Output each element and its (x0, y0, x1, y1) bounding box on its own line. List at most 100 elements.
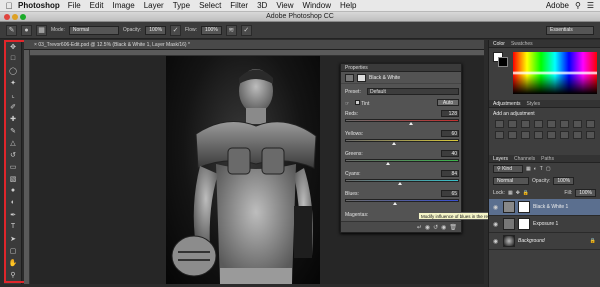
crop-tool-icon[interactable]: ⌞ (6, 89, 20, 100)
slider-value-field[interactable]: 60 (441, 130, 459, 137)
slider-thumb[interactable] (392, 142, 397, 145)
mode-select[interactable]: Normal (68, 25, 119, 35)
adjustment-filter-icon[interactable]: ◐ (534, 166, 537, 172)
path-selection-tool-icon[interactable]: ➤ (6, 233, 20, 244)
brush-size-icon[interactable]: ● (21, 24, 32, 36)
slider-track[interactable] (345, 159, 459, 162)
levels-adjust-icon[interactable] (508, 120, 517, 128)
pressure-size-icon[interactable]: ✓ (240, 24, 252, 36)
kind-filter-select[interactable]: ⚲ Kind (493, 165, 523, 173)
tab-swatches[interactable]: Swatches (511, 41, 533, 47)
menu-image[interactable]: Image (112, 1, 134, 10)
pixel-filter-icon[interactable]: ▦ (526, 166, 531, 172)
menu-help[interactable]: Help (340, 1, 356, 10)
menu-type[interactable]: Type (173, 1, 190, 10)
tab-color[interactable]: Color (493, 41, 505, 47)
lock-position-icon[interactable]: ✥ (516, 190, 520, 196)
apple-menu-icon[interactable]:  (0, 1, 18, 11)
workspace-select[interactable]: Essentials (546, 25, 594, 35)
move-tool-icon[interactable]: ✥ (6, 41, 20, 52)
eye-icon[interactable]: ◉ (493, 204, 500, 211)
tab-adjustments[interactable]: Adjustments (493, 101, 521, 107)
menu-layer[interactable]: Layer (144, 1, 164, 10)
layer-opacity-field[interactable]: 100% (553, 177, 575, 185)
blend-mode-select[interactable]: Normal (493, 177, 529, 185)
minimize-window-button[interactable] (12, 14, 18, 20)
view-previous-icon[interactable]: ◉ (425, 224, 430, 231)
hand-tool-icon[interactable]: ✋ (6, 257, 20, 268)
targeted-adjustment-icon[interactable]: ☞ (345, 101, 349, 107)
opacity-field[interactable]: 100% (145, 25, 167, 35)
mask-icon[interactable] (357, 73, 366, 82)
slider-track[interactable] (345, 199, 459, 202)
slider-track[interactable] (345, 179, 459, 182)
tab-layers[interactable]: Layers (493, 156, 508, 162)
dodge-tool-icon[interactable]: ◐ (6, 197, 20, 208)
clone-stamp-tool-icon[interactable]: △ (6, 137, 20, 148)
shape-filter-icon[interactable]: ▢ (546, 166, 551, 172)
menu-window[interactable]: Window (303, 1, 331, 10)
fill-field[interactable]: 100% (575, 189, 596, 197)
slider-track[interactable] (345, 119, 459, 122)
app-menu[interactable]: Photoshop (18, 1, 60, 10)
close-window-button[interactable] (4, 14, 10, 20)
exposure-adjust-icon[interactable] (534, 120, 543, 128)
background-swatch[interactable] (498, 57, 508, 67)
tint-checkbox[interactable] (354, 100, 360, 105)
slider-value-field[interactable]: 65 (441, 190, 459, 197)
search-icon[interactable]: ⚲ (575, 1, 581, 10)
trash-icon[interactable]: 🗑 (449, 224, 457, 231)
eye-icon[interactable]: ◉ (493, 221, 500, 228)
pen-tool-icon[interactable]: ✒ (6, 209, 20, 220)
preset-select[interactable]: Default (367, 88, 459, 95)
visibility-icon[interactable]: ◉ (441, 224, 446, 231)
lock-pixels-icon[interactable]: ▦ (508, 190, 513, 196)
shape-tool-icon[interactable]: ▢ (6, 245, 20, 256)
document-tab[interactable]: × 03_Trevor606-Edit.psd @ 12.5% (Black &… (24, 40, 484, 50)
marquee-tool-icon[interactable]: □ (6, 53, 20, 64)
menu-file[interactable]: File (68, 1, 81, 10)
history-brush-tool-icon[interactable]: ↺ (6, 149, 20, 160)
airbrush-icon[interactable]: ≋ (225, 24, 237, 36)
slider-thumb[interactable] (386, 162, 391, 165)
flow-field[interactable]: 100% (201, 25, 222, 35)
quick-select-tool-icon[interactable]: ✦ (6, 77, 20, 88)
brightness-adjust-icon[interactable] (495, 120, 504, 128)
color-balance-adjust-icon[interactable] (573, 120, 582, 128)
photo-filter-adjust-icon[interactable] (495, 131, 504, 139)
vibrance-adjust-icon[interactable] (547, 120, 556, 128)
slider-thumb[interactable] (393, 202, 398, 205)
brush-tool-preset-icon[interactable]: ✎ (6, 24, 17, 36)
tab-paths[interactable]: Paths (541, 156, 554, 162)
pressure-opacity-icon[interactable]: ✓ (170, 24, 182, 36)
tab-channels[interactable]: Channels (514, 156, 535, 162)
slider-thumb[interactable] (409, 122, 414, 125)
gradient-map-adjust-icon[interactable] (573, 131, 582, 139)
eraser-tool-icon[interactable]: ▭ (6, 161, 20, 172)
selective-color-adjust-icon[interactable] (586, 131, 595, 139)
blur-tool-icon[interactable]: ● (6, 185, 20, 196)
healing-brush-tool-icon[interactable]: ✚ (6, 113, 20, 124)
channel-mixer-adjust-icon[interactable] (508, 131, 517, 139)
tab-styles[interactable]: Styles (527, 101, 541, 107)
slider-track[interactable] (345, 139, 459, 142)
slider-value-field[interactable]: 40 (441, 150, 459, 157)
layer-mask-thumb[interactable] (518, 201, 530, 213)
clip-to-layer-icon[interactable]: ↵ (417, 224, 422, 231)
color-spectrum[interactable] (513, 52, 597, 94)
invert-adjust-icon[interactable] (534, 131, 543, 139)
menu-filter[interactable]: Filter (230, 1, 248, 10)
gradient-tool-icon[interactable]: ▧ (6, 173, 20, 184)
adobe-menu-label[interactable]: Adobe (546, 1, 569, 10)
lasso-tool-icon[interactable]: ◯ (6, 65, 20, 76)
zoom-tool-icon[interactable]: ⚲ (6, 269, 20, 280)
slider-value-field[interactable]: 84 (441, 170, 459, 177)
menu-select[interactable]: Select (199, 1, 221, 10)
type-tool-icon[interactable]: T (6, 221, 20, 232)
auto-button[interactable]: Auto (437, 99, 459, 106)
brush-tool-icon[interactable]: ✎ (6, 125, 20, 136)
brush-panel-icon[interactable]: ▦ (36, 24, 47, 36)
color-lookup-adjust-icon[interactable] (521, 131, 530, 139)
menu-edit[interactable]: Edit (90, 1, 104, 10)
list-icon[interactable]: ☰ (587, 1, 594, 10)
